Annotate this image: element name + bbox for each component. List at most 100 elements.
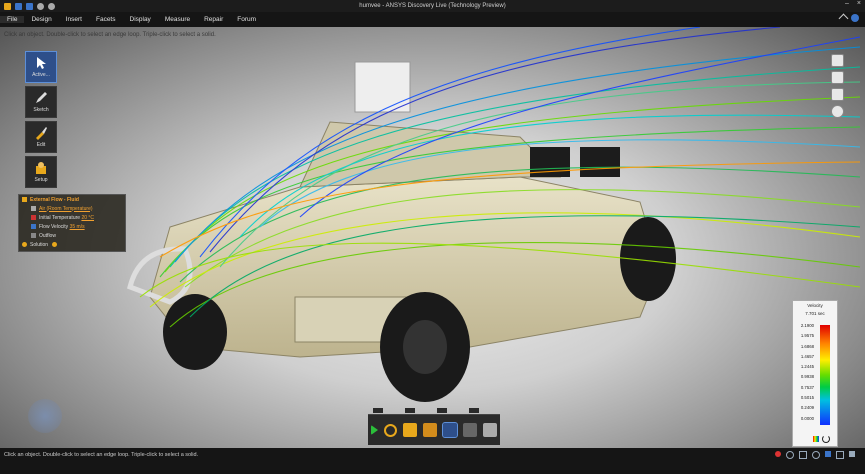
- redo-icon[interactable]: [48, 2, 55, 10]
- help-icon[interactable]: [851, 14, 859, 22]
- tree-root[interactable]: External Flow - Fluid: [19, 195, 125, 204]
- legend-tick: 1.2445: [800, 364, 814, 370]
- outflow-icon: [31, 233, 36, 238]
- tree-item-material[interactable]: Air (Room Temperature): [19, 204, 125, 213]
- solution-settings-icon[interactable]: [52, 242, 58, 247]
- probe-icon[interactable]: [463, 423, 477, 437]
- legend-colormap-icon[interactable]: [813, 436, 819, 442]
- toolbar-tab[interactable]: [405, 408, 415, 413]
- window-title: humvee - ANSYS Discovery Live (Technolog…: [359, 3, 506, 9]
- tree-item-initial-temperature[interactable]: Initial Temperature 20 °C: [19, 213, 125, 222]
- close-button[interactable]: ×: [857, 0, 861, 7]
- menu-repair[interactable]: Repair: [197, 16, 230, 23]
- thermometer-icon: [31, 215, 36, 220]
- menu-facets[interactable]: Facets: [89, 16, 123, 23]
- open-file-icon[interactable]: [15, 2, 22, 10]
- legend-ticks: 2.1900 1.9575 1.6868 1.4657 1.2445 0.993…: [796, 323, 814, 426]
- flow-velocity-value[interactable]: 35 m/s: [70, 224, 85, 230]
- legend-tick: 0.5015: [800, 395, 814, 401]
- spin-icon[interactable]: [786, 451, 794, 459]
- collapse-ribbon-icon[interactable]: [838, 13, 849, 23]
- play-icon[interactable]: [371, 425, 378, 435]
- setup-tool-button[interactable]: Setup: [25, 156, 57, 188]
- setup-icon: [36, 162, 46, 174]
- legend-color-bar: [820, 325, 830, 425]
- physics-tree-panel: External Flow - Fluid Air (Room Temperat…: [18, 194, 126, 252]
- 3d-viewport[interactable]: Click an object. Double-click to select …: [0, 27, 865, 448]
- toolbar-tab[interactable]: [437, 408, 447, 413]
- legend-tick: 1.9575: [800, 333, 814, 339]
- minimize-button[interactable]: –: [845, 0, 849, 7]
- solution-icon: [22, 242, 27, 247]
- material-icon: [31, 206, 36, 211]
- setup-tool-label: Setup: [34, 177, 48, 183]
- bottom-toolbar-tabs: [373, 408, 479, 413]
- edit-tool-button[interactable]: Edit: [25, 121, 57, 153]
- quick-access-toolbar: [0, 2, 55, 10]
- pull-icon: [36, 127, 47, 140]
- tree-item-flow-velocity[interactable]: Flow Velocity 35 m/s: [19, 222, 125, 231]
- save-icon[interactable]: [26, 2, 33, 10]
- zoom-icon[interactable]: [812, 451, 820, 459]
- pencil-icon: [36, 92, 47, 103]
- display-style-icon[interactable]: [831, 71, 844, 84]
- toolbar-tab[interactable]: [469, 408, 479, 413]
- view-toolbar: [831, 54, 844, 118]
- menu-file[interactable]: File: [0, 16, 25, 23]
- cursor-icon: [37, 57, 46, 69]
- view-orientation-icon[interactable]: [831, 54, 844, 67]
- menu-measure[interactable]: Measure: [158, 16, 197, 23]
- tool-palette: Active... Sketch Edit Setup: [25, 51, 57, 188]
- tree-root-label: External Flow - Fluid: [30, 196, 79, 203]
- legend-title: Velocity: [807, 303, 823, 308]
- legend-tick: 2.1900: [800, 323, 814, 328]
- app-logo-icon: [4, 2, 11, 10]
- active-tool-label: Active...: [32, 72, 50, 78]
- view-triad[interactable]: [28, 399, 62, 433]
- fluid-folder-icon: [22, 197, 27, 202]
- material-link[interactable]: Air (Room Temperature): [39, 206, 93, 212]
- undo-icon[interactable]: [37, 2, 44, 10]
- menu-insert[interactable]: Insert: [59, 16, 89, 23]
- legend-tick: 0.9938: [800, 374, 814, 380]
- simulation-toolbar: [368, 414, 500, 445]
- status-message: Click an object. Double-click to select …: [4, 452, 199, 458]
- restart-icon[interactable]: [384, 423, 397, 437]
- legend-tick: 0.7537: [800, 384, 814, 390]
- sketch-tool-button[interactable]: Sketch: [25, 86, 57, 118]
- legend-tick: 0.0000: [800, 415, 814, 421]
- active-tool-button[interactable]: Active...: [25, 51, 57, 83]
- menu-display[interactable]: Display: [123, 16, 158, 23]
- fidelity-icon[interactable]: [831, 88, 844, 101]
- legend-tick: 1.4657: [800, 353, 814, 359]
- initial-temperature-label: Initial Temperature: [39, 214, 81, 221]
- select-filter-icon[interactable]: [825, 451, 831, 457]
- menu-design[interactable]: Design: [24, 16, 58, 23]
- outflow-label: Outflow: [39, 232, 56, 239]
- legend-tick: 1.6868: [800, 343, 814, 349]
- menu-bar: File Design Insert Facets Display Measur…: [0, 12, 865, 27]
- menu-forum[interactable]: Forum: [230, 16, 263, 23]
- title-bar: humvee - ANSYS Discovery Live (Technolog…: [0, 0, 865, 12]
- streamlines-icon[interactable]: [442, 422, 458, 438]
- legend-subtitle: 7.701 sec: [805, 311, 825, 316]
- legend-reset-icon[interactable]: [822, 435, 830, 443]
- initial-temperature-value[interactable]: 20 °C: [81, 215, 94, 221]
- tree-item-outflow[interactable]: Outflow: [19, 231, 125, 240]
- status-bar: Click an object. Double-click to select …: [0, 448, 865, 474]
- fidelity-cube-icon[interactable]: [403, 423, 417, 437]
- settings-gear-icon[interactable]: [831, 105, 844, 118]
- toolbar-tab[interactable]: [373, 408, 383, 413]
- section-plane-icon[interactable]: [483, 423, 497, 437]
- sketch-tool-label: Sketch: [33, 107, 49, 113]
- solution-label: Solution: [30, 241, 49, 248]
- monitor-icon[interactable]: [423, 423, 437, 437]
- record-icon[interactable]: [775, 451, 781, 457]
- edit-tool-label: Edit: [36, 142, 46, 148]
- vehicle-model-render[interactable]: [0, 27, 865, 448]
- legend-tick: 0.2409: [800, 405, 814, 411]
- snap-icon[interactable]: [849, 451, 855, 457]
- pan-icon[interactable]: [799, 451, 807, 459]
- grid-icon[interactable]: [836, 451, 844, 459]
- solution-row[interactable]: Solution: [19, 240, 125, 249]
